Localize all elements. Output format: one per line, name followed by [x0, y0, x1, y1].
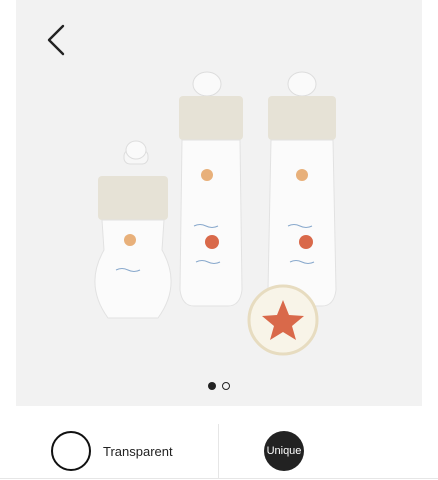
variant-label: Transparent — [103, 443, 173, 459]
chevron-left-icon — [47, 24, 65, 56]
product-image — [94, 71, 337, 356]
tall-bottle-left — [179, 71, 243, 307]
pagination-dot-active[interactable] — [208, 382, 216, 390]
soother — [247, 284, 319, 356]
back-button[interactable] — [38, 22, 74, 58]
pagination-dot[interactable] — [222, 382, 230, 390]
product-image-gallery[interactable] — [16, 0, 422, 406]
divider — [218, 424, 219, 478]
unique-swatch: Unique — [264, 431, 304, 471]
variant-option-unique[interactable]: Unique — [264, 424, 304, 478]
transparent-swatch — [51, 431, 91, 471]
small-bottle — [94, 140, 172, 319]
variant-selector: Transparent Unique — [0, 424, 438, 479]
gallery-pagination — [16, 382, 422, 390]
tall-bottle-right — [267, 71, 337, 307]
variant-option-transparent[interactable]: Transparent — [51, 424, 173, 478]
